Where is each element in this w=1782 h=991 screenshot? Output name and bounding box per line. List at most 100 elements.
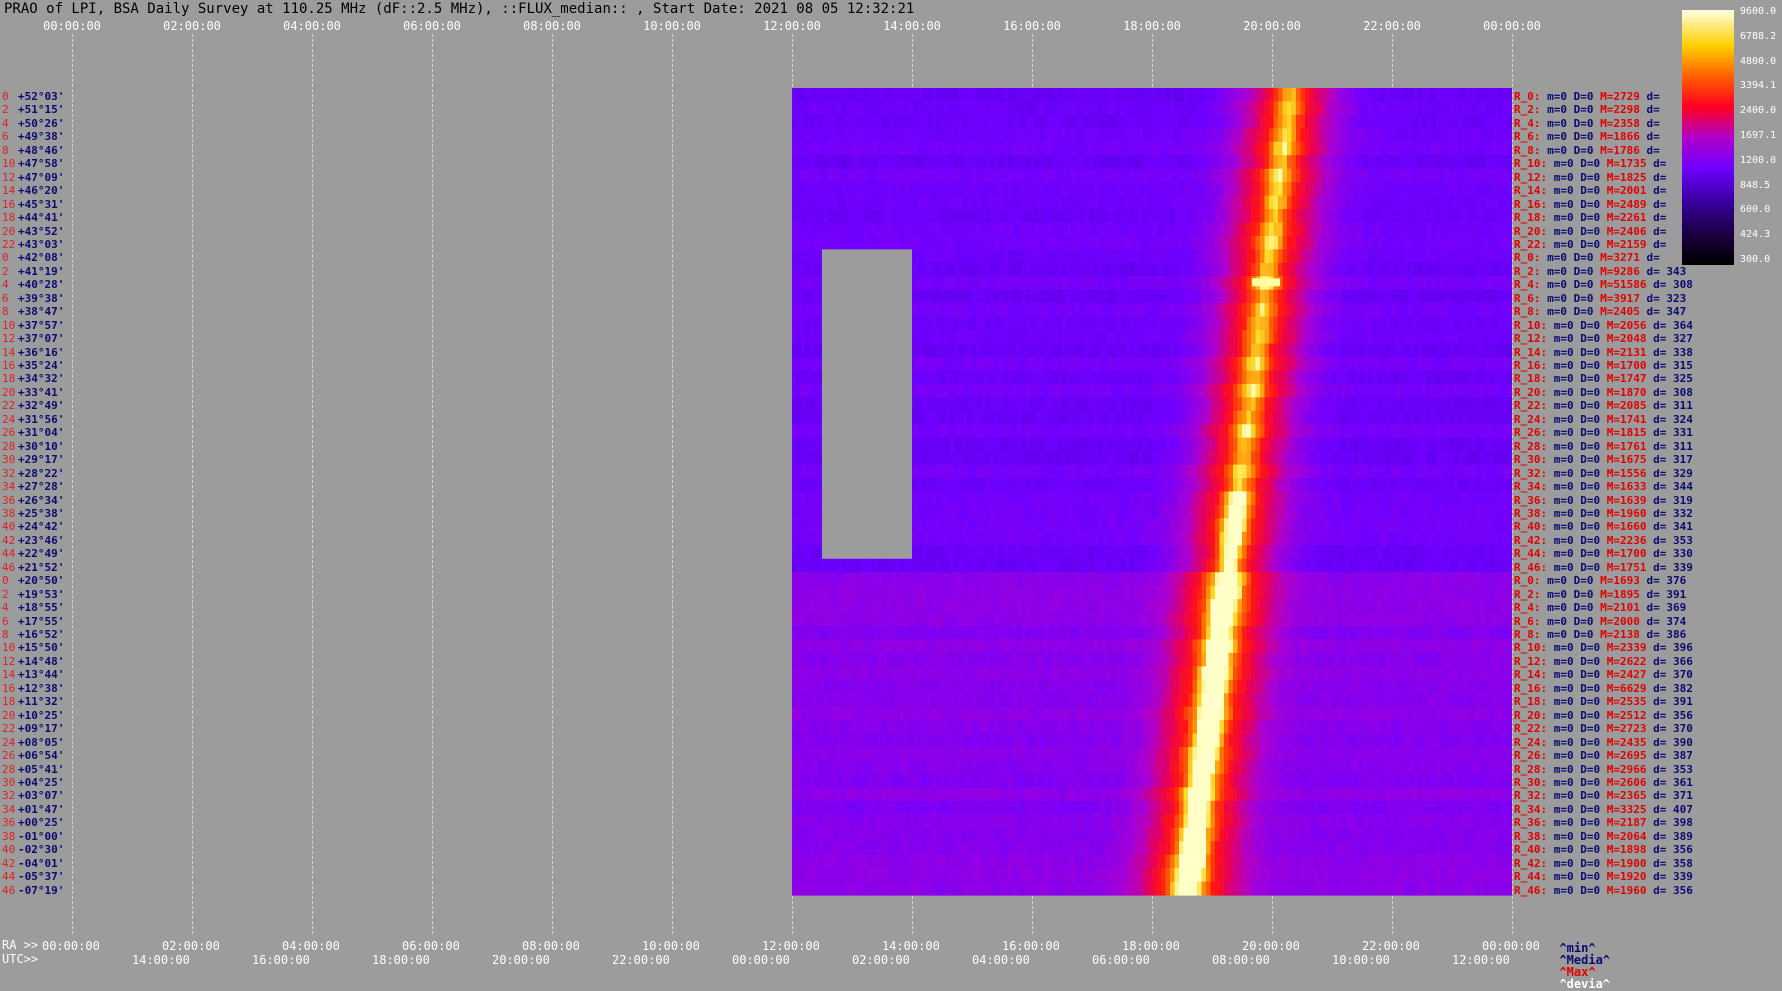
heatmap-cell xyxy=(1233,357,1238,371)
heatmap-cell xyxy=(1251,478,1256,492)
heatmap-cell xyxy=(1440,411,1445,425)
heatmap-cell xyxy=(1292,128,1297,142)
heatmap-cell xyxy=(1386,424,1391,438)
heatmap-cell xyxy=(1067,236,1072,250)
heatmap-cell xyxy=(941,451,946,465)
heatmap-cell xyxy=(1485,344,1490,358)
heatmap-cell xyxy=(1382,303,1387,317)
heatmap-cell xyxy=(1134,424,1139,438)
heatmap-cell xyxy=(1350,397,1355,411)
heatmap-cell xyxy=(1215,209,1220,223)
heatmap-cell xyxy=(1278,424,1283,438)
heatmap-cell xyxy=(1076,182,1081,196)
heatmap-cell xyxy=(1341,370,1346,384)
heatmap-cell xyxy=(1472,155,1477,169)
heatmap-cell xyxy=(1224,101,1229,115)
heatmap-cell xyxy=(1103,438,1108,452)
heatmap-cell xyxy=(1436,344,1441,358)
heatmap-cell xyxy=(1017,142,1022,156)
heatmap-cell xyxy=(1116,142,1121,156)
heatmap-cell xyxy=(1395,115,1400,129)
heatmap-cell xyxy=(1121,223,1126,237)
heatmap-cell xyxy=(1409,290,1414,304)
heatmap-cell xyxy=(1283,384,1288,398)
heatmap-cell xyxy=(1445,303,1450,317)
heatmap-cell xyxy=(1355,142,1360,156)
heatmap-cell xyxy=(1071,196,1076,210)
heatmap-cell xyxy=(1116,169,1121,183)
heatmap-cell xyxy=(1175,317,1180,331)
heatmap-cell xyxy=(999,115,1004,129)
heatmap-cell xyxy=(806,263,811,277)
heatmap-cell xyxy=(1184,492,1189,506)
heatmap-cell xyxy=(1436,236,1441,250)
heatmap-cell xyxy=(1242,303,1247,317)
heatmap-cell xyxy=(990,128,995,142)
heatmap-cell xyxy=(878,209,883,223)
heatmap-cell xyxy=(1229,370,1234,384)
heatmap-cell xyxy=(1395,223,1400,237)
heatmap-cell xyxy=(851,101,856,115)
heatmap-cell xyxy=(1094,223,1099,237)
heatmap-cell xyxy=(1499,223,1504,237)
heatmap-cell xyxy=(1490,236,1495,250)
heatmap-cell xyxy=(1310,344,1315,358)
heatmap-cell xyxy=(1071,492,1076,506)
heatmap-cell xyxy=(1022,411,1027,425)
heatmap-cell xyxy=(1040,492,1045,506)
heatmap-cell xyxy=(1202,142,1207,156)
heatmap-cell xyxy=(1148,196,1153,210)
heatmap-cell xyxy=(945,344,950,358)
heatmap-cell xyxy=(1058,155,1063,169)
heatmap-cell xyxy=(1382,478,1387,492)
heatmap-cell xyxy=(1004,465,1009,479)
heatmap-cell xyxy=(932,357,937,371)
heatmap-cell xyxy=(927,142,932,156)
heatmap-cell xyxy=(1418,209,1423,223)
heatmap-cell xyxy=(1013,155,1018,169)
heatmap-cell xyxy=(1193,303,1198,317)
heatmap-cell xyxy=(873,236,878,250)
heatmap-cell xyxy=(1238,142,1243,156)
heatmap-cell xyxy=(1346,290,1351,304)
heatmap-cell xyxy=(1197,290,1202,304)
heatmap-cell xyxy=(1044,344,1049,358)
heatmap-cell xyxy=(932,142,937,156)
heatmap-cell xyxy=(1211,128,1216,142)
heatmap-cell xyxy=(1287,88,1292,102)
heatmap-cell xyxy=(1418,155,1423,169)
heatmap-cell xyxy=(1337,249,1342,263)
heatmap-cell xyxy=(1368,88,1373,102)
heatmap-cell xyxy=(1301,249,1306,263)
heatmap-cell xyxy=(1319,155,1324,169)
heatmap-cell xyxy=(963,384,968,398)
heatmap-cell xyxy=(1445,223,1450,237)
heatmap-cell xyxy=(927,451,932,465)
heatmap-cell xyxy=(972,249,977,263)
heatmap-cell xyxy=(815,249,820,263)
heatmap-cell xyxy=(1409,330,1414,344)
heatmap-cell xyxy=(1040,223,1045,237)
heatmap-cell xyxy=(1071,330,1076,344)
heatmap-cell xyxy=(792,478,797,492)
heatmap-cell xyxy=(1305,290,1310,304)
heatmap-cell xyxy=(936,465,941,479)
heatmap-cell xyxy=(1035,128,1040,142)
heatmap-cell xyxy=(1503,182,1508,196)
heatmap-cell xyxy=(909,155,914,169)
heatmap-cell xyxy=(1458,438,1463,452)
heatmap-cell xyxy=(1463,182,1468,196)
heatmap-cell xyxy=(1499,303,1504,317)
heatmap-cell xyxy=(950,303,955,317)
heatmap-cell xyxy=(1134,196,1139,210)
heatmap-cell xyxy=(1359,142,1364,156)
heatmap-cell xyxy=(1256,182,1261,196)
heatmap-cell xyxy=(986,438,991,452)
heatmap-cell xyxy=(1373,344,1378,358)
heatmap-cell xyxy=(927,344,932,358)
heatmap-cell xyxy=(1440,370,1445,384)
heatmap-cell xyxy=(1436,263,1441,277)
heatmap-cell xyxy=(977,196,982,210)
heatmap-cell xyxy=(1499,142,1504,156)
heatmap-cell xyxy=(995,196,1000,210)
